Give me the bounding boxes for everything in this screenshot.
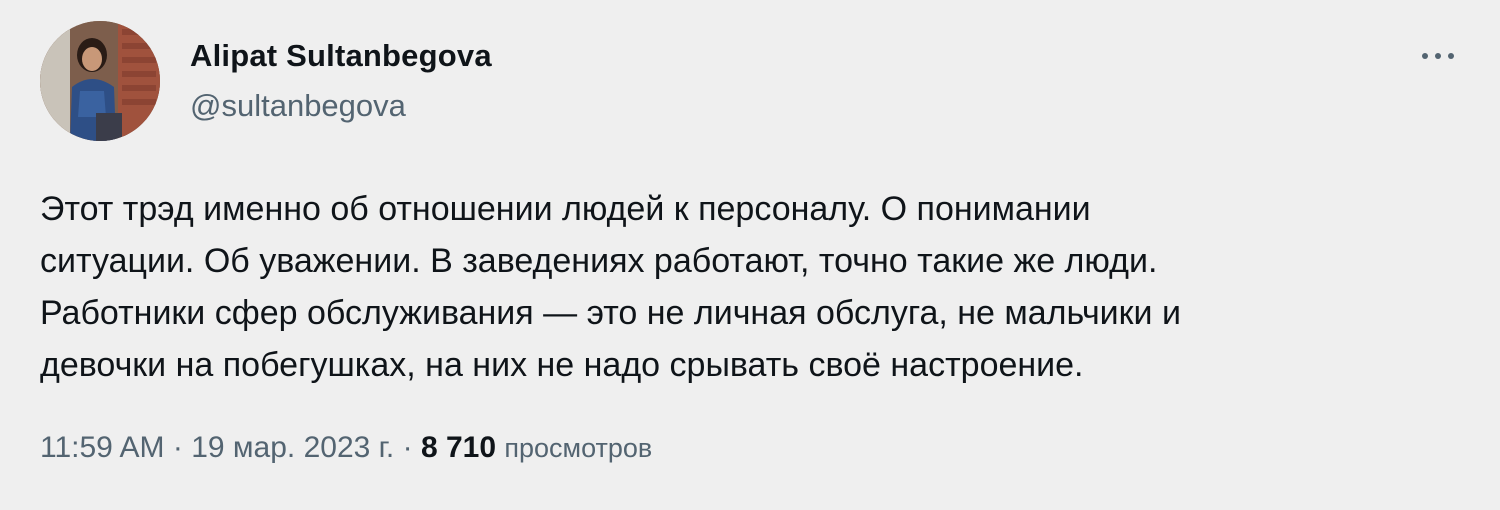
more-options-button[interactable] bbox=[1418, 44, 1458, 68]
tweet-time: 11:59 AM bbox=[40, 431, 165, 464]
author-handle[interactable]: @sultanbegova bbox=[190, 86, 492, 126]
more-horizontal-icon-dot bbox=[1435, 53, 1441, 59]
tweet-author[interactable]: Alipat Sultanbegova @sultanbegova bbox=[190, 36, 492, 126]
tweet-card: Alipat Sultanbegova @sultanbegova Этот т… bbox=[0, 0, 1500, 510]
tweet-timestamp-link[interactable]: 11:59 AM · 19 мар. 2023 г. bbox=[40, 431, 394, 464]
tweet-text-line: ситуации. Об уважении. В заведениях рабо… bbox=[40, 242, 1158, 280]
views-link[interactable]: 8 710 просмотров bbox=[421, 431, 652, 464]
tweet-text-line: Работники сфер обслуживания — это не лич… bbox=[40, 294, 1181, 332]
author-display-name[interactable]: Alipat Sultanbegova bbox=[190, 36, 492, 76]
avatar[interactable] bbox=[40, 21, 160, 141]
more-horizontal-icon-dot bbox=[1448, 53, 1454, 59]
tweet-text: Этот трэд именно об отношении людей к пе… bbox=[40, 183, 1480, 391]
more-horizontal-icon bbox=[1422, 53, 1428, 59]
meta-separator: · bbox=[394, 431, 421, 464]
tweet-date: 19 мар. 2023 г. bbox=[191, 431, 395, 464]
views-count: 8 710 bbox=[420, 431, 497, 464]
tweet-text-line: девочки на побегушках, на них не надо ср… bbox=[40, 346, 1084, 384]
tweet-text-line: Этот трэд именно об отношении людей к пе… bbox=[40, 190, 1091, 228]
tweet-meta: 11:59 AM · 19 мар. 2023 г. · 8 710 просм… bbox=[40, 428, 652, 468]
views-label: просмотров bbox=[504, 433, 653, 463]
meta-separator: · bbox=[164, 431, 192, 464]
avatar-photo bbox=[40, 21, 160, 141]
